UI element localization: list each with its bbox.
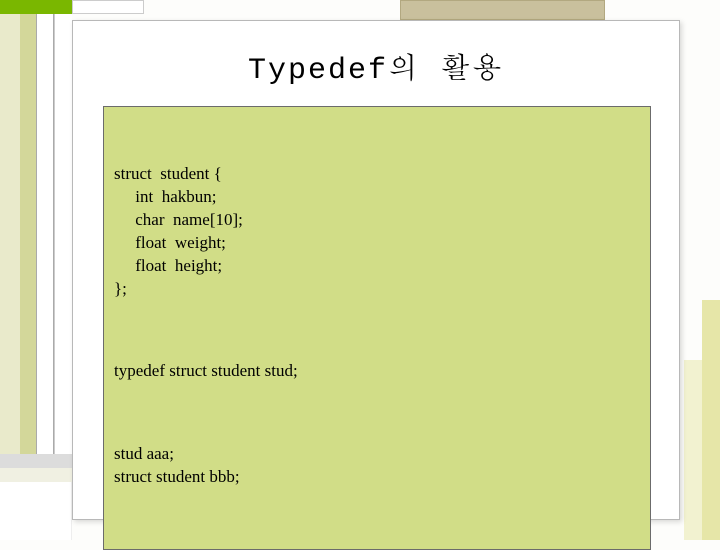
slide-frame: Typedef의 활용 struct student { int hakbun;…	[72, 20, 680, 520]
code-typedef: typedef struct student stud;	[114, 360, 640, 383]
code-struct: struct student { int hakbun; char name[1…	[114, 163, 640, 301]
accent-bottom-3	[0, 482, 72, 540]
accent-left-3	[36, 14, 54, 454]
code-usage: stud aaa; struct student bbb;	[114, 443, 640, 489]
accent-bottom-2	[0, 468, 72, 482]
accent-right-1	[702, 300, 720, 540]
accent-top-beige	[400, 0, 605, 20]
slide-title: Typedef의 활용	[73, 21, 679, 106]
accent-top-green	[0, 0, 72, 14]
accent-left-1	[0, 14, 20, 454]
accent-bottom-1	[0, 454, 72, 468]
code-box: struct student { int hakbun; char name[1…	[103, 106, 651, 550]
accent-left-4	[54, 14, 72, 454]
accent-top-outline	[72, 0, 144, 14]
accent-right-2	[684, 360, 702, 540]
